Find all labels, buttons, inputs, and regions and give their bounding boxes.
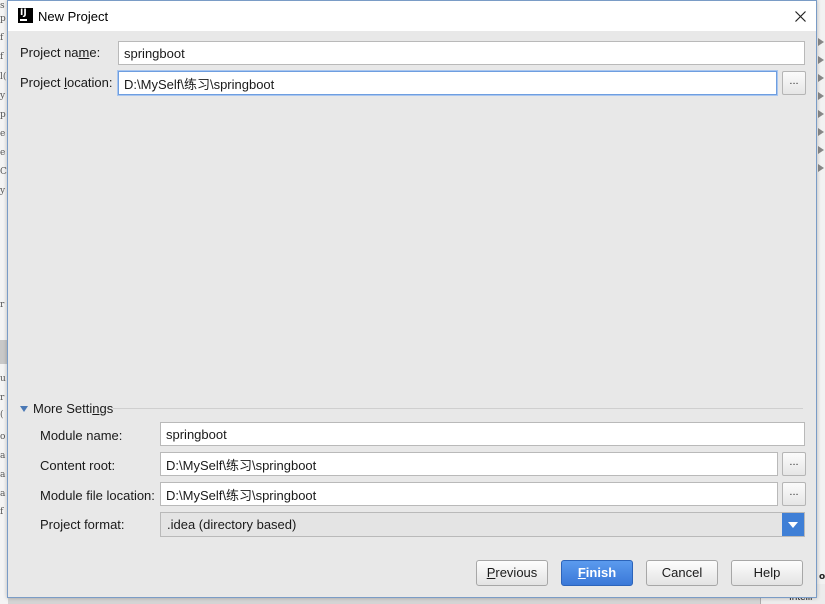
bg-fragment: e <box>0 129 6 139</box>
expand-arrow-icon <box>818 56 824 64</box>
bg-fragment: r <box>0 393 5 403</box>
expand-arrow-icon <box>818 164 824 172</box>
intellij-logo-icon: IJ <box>18 8 33 23</box>
expand-arrow-icon <box>818 38 824 46</box>
new-project-dialog: IJ New Project Project name: Project loc… <box>7 0 817 598</box>
expand-arrow-icon <box>818 128 824 136</box>
bg-fragment: p <box>0 110 6 120</box>
bg-fragment: a <box>0 470 6 480</box>
dropdown-arrow-icon[interactable] <box>782 513 804 536</box>
expand-arrow-icon <box>818 146 824 154</box>
help-button[interactable]: Help <box>731 560 803 586</box>
dialog-title: New Project <box>38 9 109 24</box>
bg-fragment: C <box>0 167 7 177</box>
bg-fragment: f <box>0 33 4 43</box>
project-format-label: Project format: <box>40 517 125 532</box>
bg-fragment: s <box>0 1 5 11</box>
close-icon <box>795 11 806 22</box>
bg-fragment: ( <box>0 410 4 420</box>
project-location-browse-button[interactable]: ... <box>782 71 806 95</box>
bg-fragment: a <box>0 451 6 461</box>
bg-fragment: f <box>0 52 4 62</box>
module-name-label: Module name: <box>40 428 123 443</box>
expand-arrow-icon <box>818 92 824 100</box>
bg-fragment: a <box>0 489 6 499</box>
bg-fragment: e <box>0 148 6 158</box>
module-file-location-label: Module file location: <box>40 488 155 503</box>
content-root-label: Content root: <box>40 458 116 473</box>
bg-fragment: l( <box>0 72 7 82</box>
bg-fragment: o <box>819 572 825 582</box>
close-button[interactable] <box>788 5 812 27</box>
module-name-input[interactable] <box>160 422 805 446</box>
more-settings-label: More Settings <box>33 401 114 416</box>
bg-fragment: p <box>0 14 6 24</box>
project-name-input[interactable] <box>118 41 805 65</box>
bg-fragment: o <box>0 432 6 442</box>
project-format-select[interactable]: .idea (directory based) <box>160 512 805 537</box>
project-name-label: Project name: <box>20 45 101 60</box>
module-file-location-input[interactable] <box>160 482 778 506</box>
project-format-value: .idea (directory based) <box>167 517 297 532</box>
bg-fragment: f <box>0 507 4 517</box>
project-location-label: Project location: <box>20 75 113 90</box>
finish-button[interactable]: Finish <box>561 560 633 586</box>
collapse-arrow-icon <box>20 406 28 412</box>
cancel-button[interactable]: Cancel <box>646 560 718 586</box>
content-root-browse-button[interactable]: ... <box>782 452 806 476</box>
bg-fragment: y <box>0 186 6 196</box>
bg-fragment: y <box>0 91 6 101</box>
background-gutter-right: o <box>817 0 825 604</box>
section-divider <box>113 408 803 409</box>
bg-fragment: u <box>0 374 6 384</box>
content-root-input[interactable] <box>160 452 778 476</box>
expand-arrow-icon <box>818 74 824 82</box>
previous-button[interactable]: Previous <box>476 560 548 586</box>
expand-arrow-icon <box>818 110 824 118</box>
module-file-location-browse-button[interactable]: ... <box>782 482 806 506</box>
title-bar: IJ New Project <box>8 1 816 31</box>
bg-fragment: r <box>0 300 5 310</box>
project-location-input[interactable] <box>118 71 777 95</box>
